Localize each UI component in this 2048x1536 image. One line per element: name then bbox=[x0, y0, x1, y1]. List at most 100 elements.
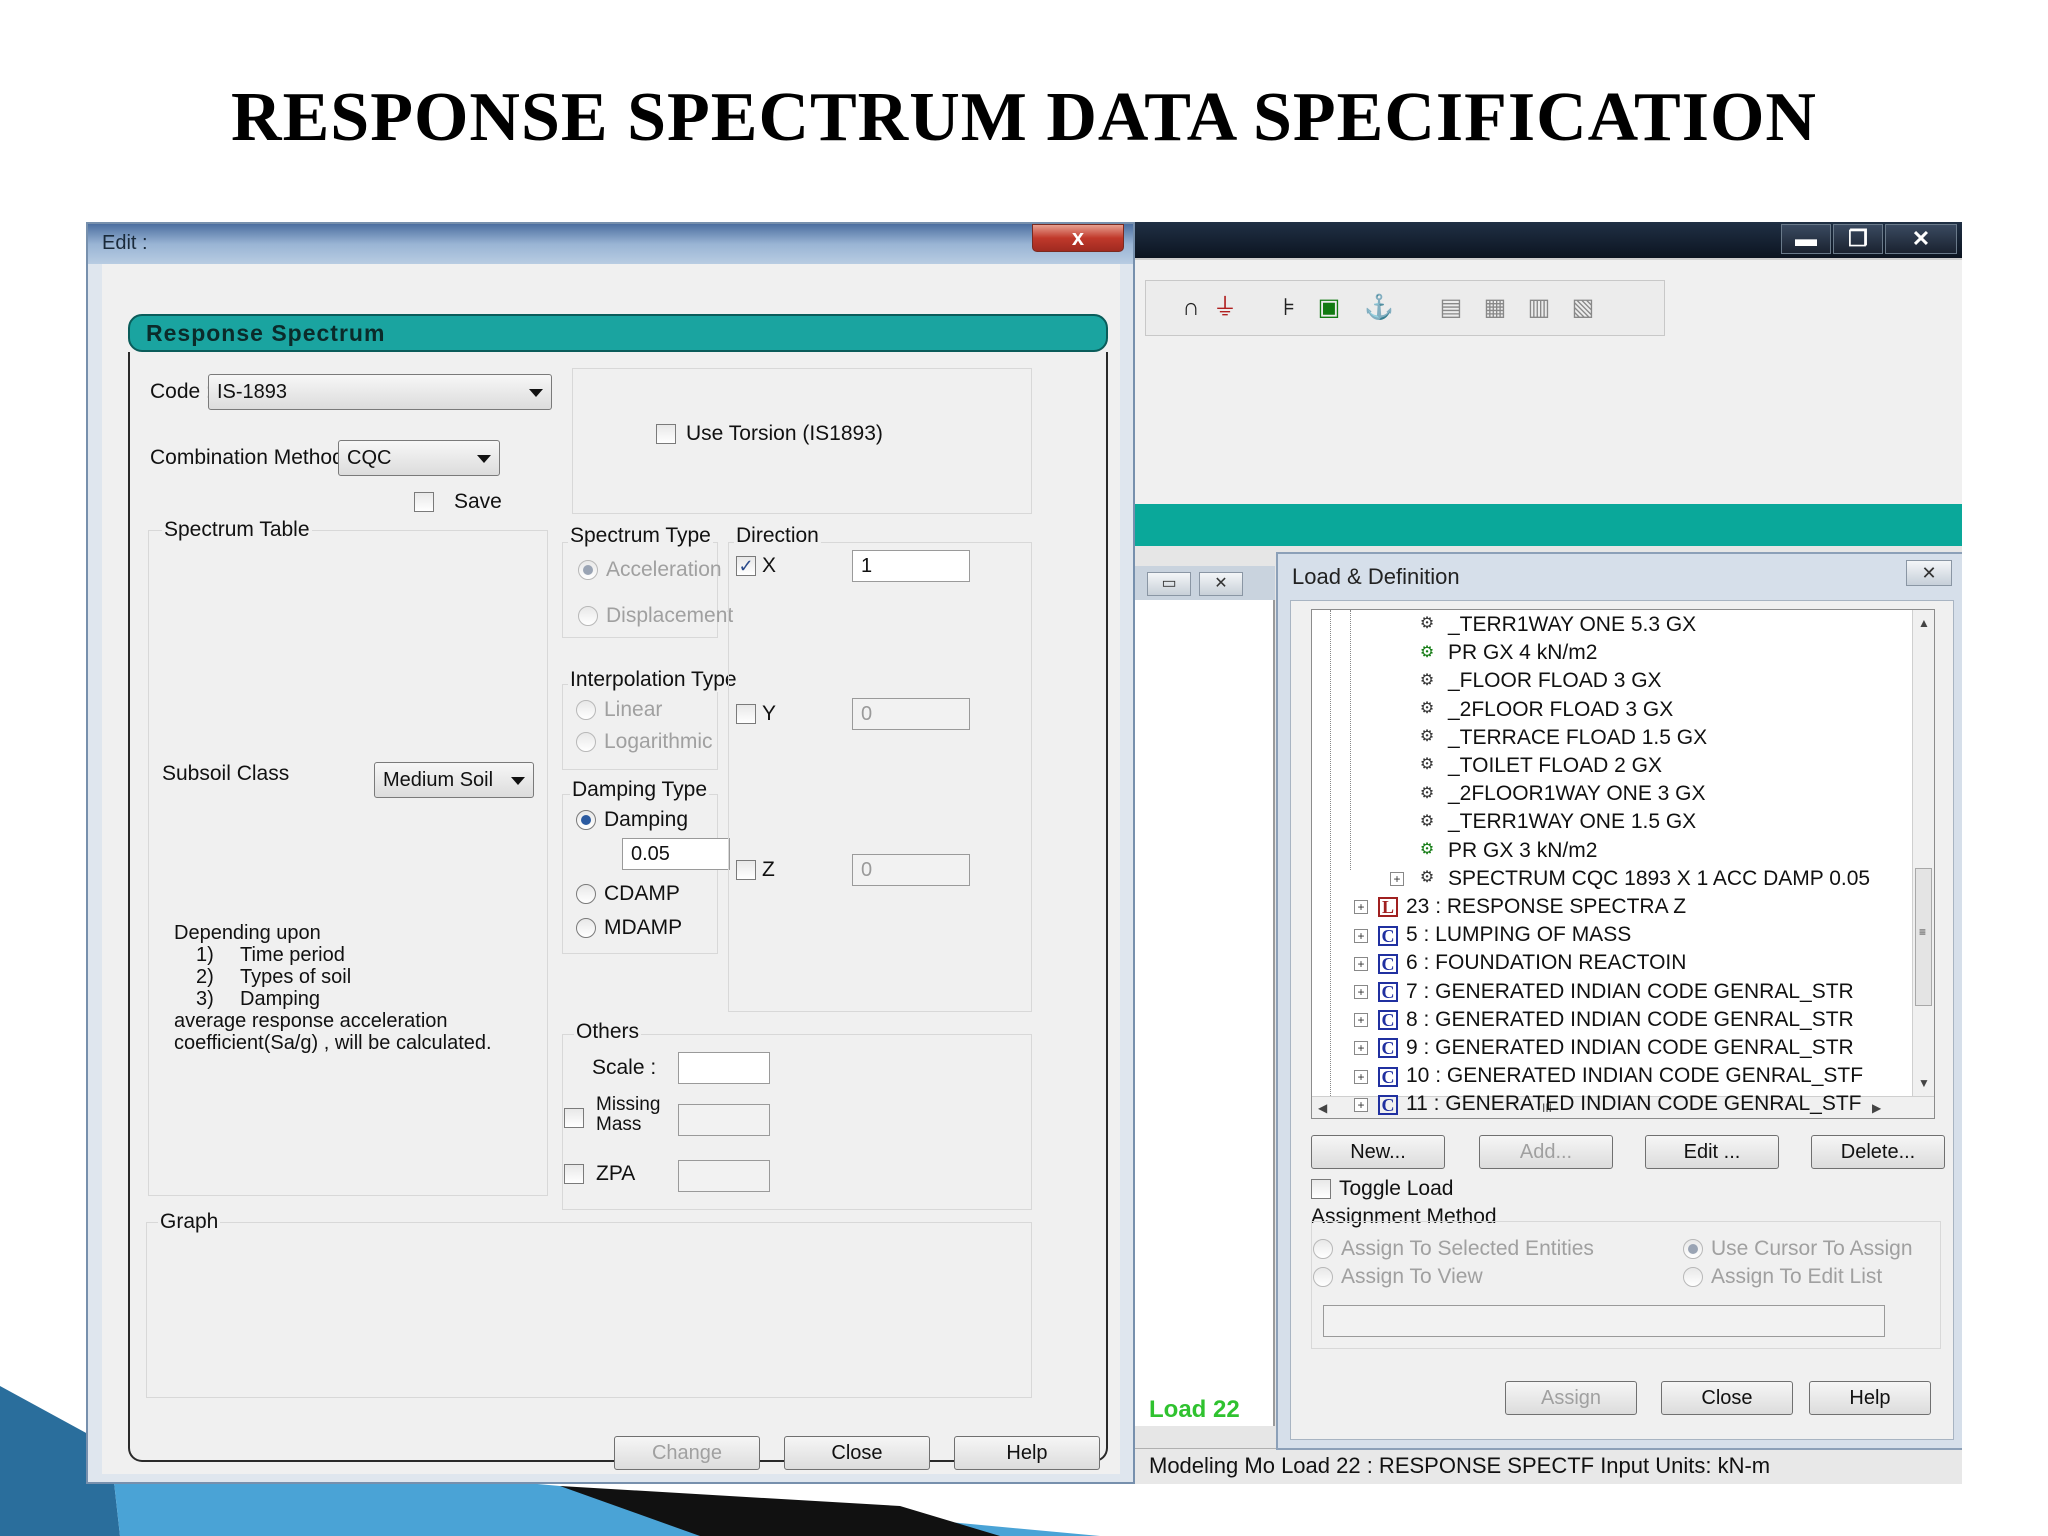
arch-icon[interactable]: ∩ bbox=[1176, 293, 1206, 323]
tree-expander-icon[interactable]: + bbox=[1390, 872, 1404, 887]
tree-item-label: PR GX 4 kN/m2 bbox=[1448, 641, 1598, 665]
toolbar: ∩ ⏚ ⊧ ▣ ⚓ ▤ ▦ ▥ ▧ bbox=[1145, 280, 1665, 336]
view-restore-button[interactable]: ▭ bbox=[1147, 572, 1191, 596]
use-torsion-checkbox[interactable] bbox=[656, 424, 676, 444]
load-close-button[interactable]: Close bbox=[1661, 1381, 1793, 1415]
linear-radio[interactable] bbox=[576, 700, 596, 720]
new-button[interactable]: New... bbox=[1311, 1135, 1445, 1169]
tree-item[interactable]: ⚙ _TERRACE FLOAD 1.5 GX bbox=[1390, 725, 1707, 751]
load-item-icon: ⚙ bbox=[1419, 671, 1435, 689]
direction-z-label: Z bbox=[762, 858, 775, 881]
tree-expander-icon[interactable]: + bbox=[1354, 1041, 1368, 1056]
tree-item[interactable]: ⚙ _TOILET FLOAD 2 GX bbox=[1390, 753, 1662, 779]
assign-selected-radio[interactable] bbox=[1313, 1239, 1333, 1259]
damping-radio[interactable] bbox=[576, 810, 596, 830]
edit-close-button[interactable]: x bbox=[1032, 224, 1124, 252]
combination-method-dropdown[interactable]: CQC bbox=[338, 440, 500, 476]
load-type-c-icon: C bbox=[1378, 953, 1398, 974]
zpa-checkbox[interactable] bbox=[564, 1164, 584, 1184]
delete-button[interactable]: Delete... bbox=[1811, 1135, 1945, 1169]
load-tree[interactable]: ▲ ≡ ▼ ◀ III ▶ ⚙ _TERR1WAY ONE 5.3 GX ⚙ PR G… bbox=[1311, 609, 1935, 1119]
tree-item[interactable]: ⚙ _TERR1WAY ONE 5.3 GX bbox=[1390, 612, 1696, 638]
scale-input[interactable] bbox=[678, 1052, 770, 1084]
zpa-input[interactable] bbox=[678, 1160, 770, 1192]
code-dropdown[interactable]: IS-1893 bbox=[208, 374, 552, 410]
direction-y-input[interactable]: 0 bbox=[852, 698, 970, 730]
tree-expander-icon[interactable]: + bbox=[1354, 1097, 1368, 1112]
tree-item[interactable]: + C 11 : GENERATED INDIAN CODE GENRAL_STF bbox=[1354, 1091, 1861, 1117]
scroll-thumb[interactable]: ≡ bbox=[1915, 868, 1932, 1006]
displacement-radio[interactable] bbox=[578, 606, 598, 626]
tree-item[interactable]: + C 7 : GENERATED INDIAN CODE GENRAL_STR bbox=[1354, 979, 1854, 1005]
missing-mass-checkbox[interactable] bbox=[564, 1108, 584, 1128]
direction-y-checkbox[interactable] bbox=[736, 704, 756, 724]
tree-expander-icon[interactable]: + bbox=[1354, 928, 1368, 943]
assign-edit-list-radio[interactable] bbox=[1683, 1267, 1703, 1287]
tree-item[interactable]: ⚙ _2FLOOR1WAY ONE 3 GX bbox=[1390, 781, 1706, 807]
floppy-icon[interactable]: ▣ bbox=[1314, 293, 1344, 323]
tree-item[interactable]: + ⚙ SPECTRUM CQC 1893 X 1 ACC DAMP 0.05 bbox=[1390, 866, 1870, 892]
tree-expander-icon[interactable]: + bbox=[1354, 1013, 1368, 1028]
subsoil-class-label: Subsoil Class bbox=[162, 762, 290, 785]
tree-vertical-scrollbar[interactable]: ▲ ≡ ▼ bbox=[1912, 610, 1934, 1096]
scroll-left-icon[interactable]: ◀ bbox=[1318, 1101, 1327, 1115]
load-item-icon: ⚙ bbox=[1419, 784, 1435, 802]
tree-item[interactable]: + C 5 : LUMPING OF MASS bbox=[1354, 922, 1631, 948]
edit-button[interactable]: Edit ... bbox=[1645, 1135, 1779, 1169]
scroll-up-icon[interactable]: ▲ bbox=[1918, 616, 1930, 630]
load-help-button[interactable]: Help bbox=[1809, 1381, 1931, 1415]
disk-icon[interactable]: ▥ bbox=[1524, 293, 1554, 323]
damping-value-input[interactable]: 0.05 bbox=[622, 838, 730, 870]
edit-close-dialog-button[interactable]: Close bbox=[784, 1436, 930, 1470]
open-icon[interactable]: ▦ bbox=[1480, 293, 1510, 323]
tree-item[interactable]: ⚙ _2FLOOR FLOAD 3 GX bbox=[1390, 697, 1673, 723]
tree-expander-icon[interactable]: + bbox=[1354, 956, 1368, 971]
tree-item[interactable]: + C 6 : FOUNDATION REACTOIN bbox=[1354, 950, 1686, 976]
tree-expander-icon[interactable]: + bbox=[1354, 900, 1368, 915]
load-type-c-icon: C bbox=[1378, 1010, 1398, 1031]
save-checkbox[interactable] bbox=[414, 492, 434, 512]
scroll-right-icon[interactable]: ▶ bbox=[1872, 1101, 1881, 1115]
tree-item[interactable]: + L 23 : RESPONSE SPECTRA Z bbox=[1354, 894, 1686, 920]
direction-z-checkbox[interactable] bbox=[736, 860, 756, 880]
save-icon[interactable]: ▤ bbox=[1436, 293, 1466, 323]
minimize-button[interactable]: ▬ bbox=[1781, 224, 1831, 254]
tree-item[interactable]: + C 9 : GENERATED INDIAN CODE GENRAL_STR bbox=[1354, 1035, 1854, 1061]
direction-z-input[interactable]: 0 bbox=[852, 854, 970, 886]
cdamp-radio[interactable] bbox=[576, 884, 596, 904]
direction-x-checkbox[interactable]: ✓ bbox=[736, 556, 756, 576]
acceleration-radio[interactable] bbox=[578, 560, 598, 580]
add-button[interactable]: Add... bbox=[1479, 1135, 1613, 1169]
tree-item[interactable]: ⚙ PR GX 3 kN/m2 bbox=[1390, 838, 1598, 864]
main-close-button[interactable]: ✕ bbox=[1885, 224, 1957, 254]
assignment-field[interactable] bbox=[1323, 1305, 1885, 1337]
mdamp-radio[interactable] bbox=[576, 918, 596, 938]
edit-help-button[interactable]: Help bbox=[954, 1436, 1100, 1470]
view-close-button[interactable]: ✕ bbox=[1199, 572, 1243, 596]
scroll-down-icon[interactable]: ▼ bbox=[1918, 1076, 1930, 1090]
assign-button[interactable]: Assign bbox=[1505, 1381, 1637, 1415]
change-button[interactable]: Change bbox=[614, 1436, 760, 1470]
logarithmic-radio[interactable] bbox=[576, 732, 596, 752]
tree-expander-icon[interactable]: + bbox=[1354, 985, 1368, 1000]
toggle-load-checkbox[interactable] bbox=[1311, 1179, 1331, 1199]
load-definition-close-button[interactable]: ✕ bbox=[1906, 560, 1952, 586]
boat-icon[interactable]: ⏚ bbox=[1210, 293, 1240, 323]
anchor-icon[interactable]: ⚓ bbox=[1364, 293, 1394, 323]
tree-item[interactable]: + C 10 : GENERATED INDIAN CODE GENRAL_STF bbox=[1354, 1063, 1863, 1089]
load-item-icon: ⚙ bbox=[1419, 756, 1435, 774]
restore-button[interactable]: ❐ bbox=[1833, 224, 1883, 254]
assign-view-radio[interactable] bbox=[1313, 1267, 1333, 1287]
missing-mass-input[interactable] bbox=[678, 1104, 770, 1136]
use-cursor-radio[interactable] bbox=[1683, 1239, 1703, 1259]
export-icon[interactable]: ▧ bbox=[1568, 293, 1598, 323]
tree-item[interactable]: ⚙ _FLOOR FLOAD 3 GX bbox=[1390, 668, 1662, 694]
tree-item[interactable]: + C 8 : GENERATED INDIAN CODE GENRAL_STR bbox=[1354, 1007, 1854, 1033]
tree-item[interactable]: ⚙ _TERR1WAY ONE 1.5 GX bbox=[1390, 809, 1696, 835]
tree-expander-icon[interactable]: + bbox=[1354, 1069, 1368, 1084]
tree-item[interactable]: ⚙ PR GX 4 kN/m2 bbox=[1390, 640, 1598, 666]
tree-icon[interactable]: ⊧ bbox=[1274, 293, 1304, 323]
subsoil-class-dropdown[interactable]: Medium Soil bbox=[374, 762, 534, 798]
view-pane[interactable]: ▭ ✕ Load 22 bbox=[1135, 566, 1275, 1426]
direction-x-input[interactable]: 1 bbox=[852, 550, 970, 582]
